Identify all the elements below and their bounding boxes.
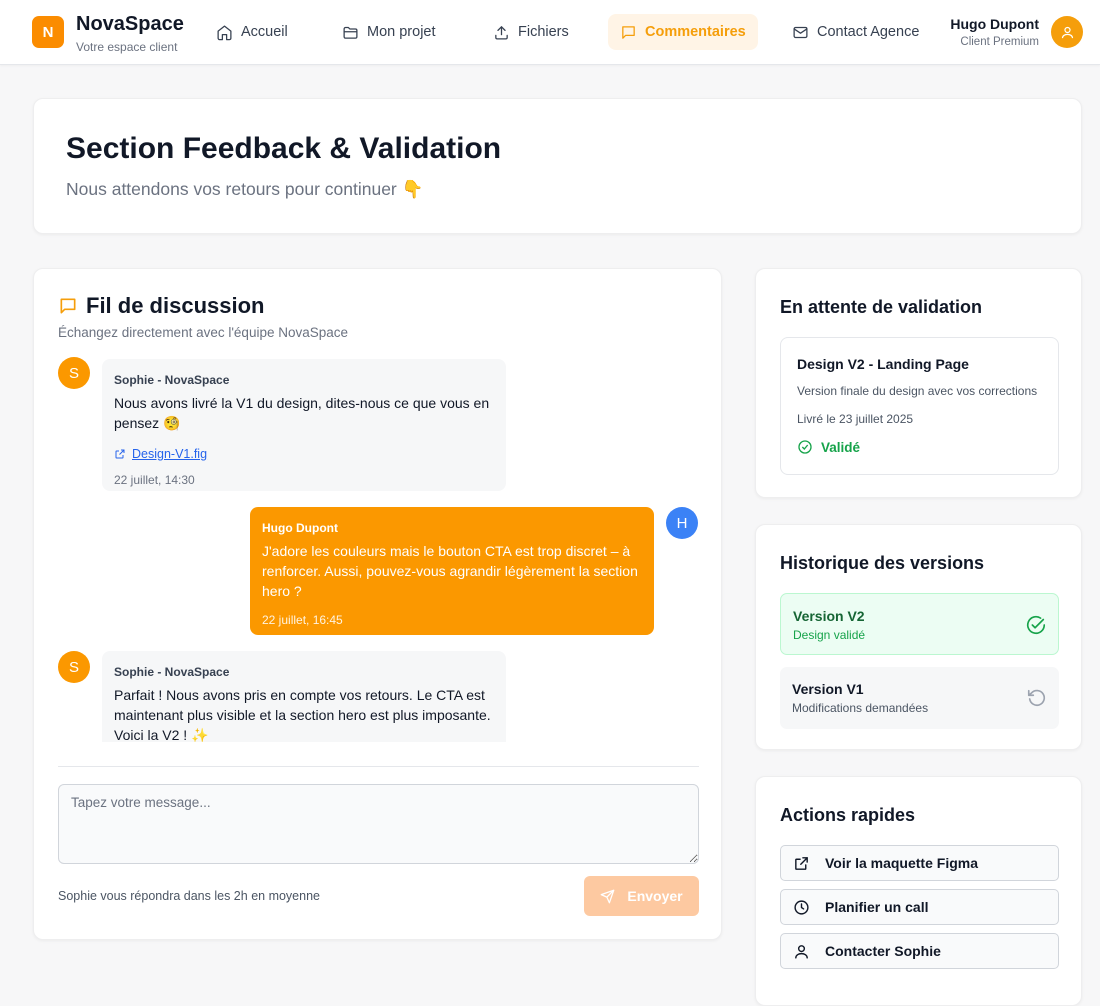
message-bubble: Hugo Dupont J'adore les couleurs mais le…: [250, 507, 654, 635]
comment-icon: [58, 296, 78, 316]
version-subtitle: Modifications demandées: [792, 701, 929, 715]
action-label: Contacter Sophie: [825, 943, 941, 959]
schedule-call-button[interactable]: Planifier un call: [780, 889, 1059, 925]
nav-item-mon-projet[interactable]: Mon projet: [330, 14, 448, 50]
status-label: Validé: [821, 439, 861, 455]
comment-icon: [622, 25, 635, 39]
nav-item-accueil[interactable]: Accueil: [204, 14, 300, 50]
mail-icon: [793, 26, 808, 38]
message-author: Hugo Dupont: [262, 521, 338, 535]
send-icon: [601, 889, 615, 903]
attachment-link[interactable]: Design-V1.fig: [114, 447, 494, 461]
send-button-label: Envoyer: [627, 888, 683, 904]
nav-item-label: Fichiers: [518, 24, 569, 40]
version-history-card: Historique des versions Version V2 Desig…: [755, 524, 1082, 750]
home-icon: [217, 24, 232, 40]
version-subtitle: Design validé: [793, 628, 866, 642]
external-link-icon: [795, 857, 808, 870]
message-time: 22 juillet, 14:30: [114, 473, 195, 487]
brand-subtitle: Votre espace client: [76, 40, 178, 54]
nav-item-contact-agence[interactable]: Contact Agence: [780, 14, 931, 50]
page-title: Section Feedback & Validation: [66, 132, 502, 165]
section-title: En attente de validation: [780, 297, 983, 317]
top-navbar: N NovaSpace Votre espace client Accueil …: [0, 0, 1100, 65]
version-title: Version V2: [793, 608, 865, 624]
action-label: Voir la maquette Figma: [825, 855, 978, 871]
send-button[interactable]: Envoyer: [584, 876, 699, 916]
message-text: J'adore les couleurs mais le bouton CTA …: [262, 543, 638, 599]
upload-icon: [495, 25, 508, 40]
nav-item-commentaires[interactable]: Commentaires: [608, 14, 758, 50]
discussion-card: Fil de discussion Échangez directement a…: [33, 268, 722, 940]
version-item-v1[interactable]: Version V1 Modifications demandées: [780, 667, 1059, 729]
avatar: H: [666, 507, 698, 539]
avatar: S: [58, 357, 90, 389]
user-name: Hugo Dupont: [950, 16, 1039, 32]
message-author: Sophie - NovaSpace: [114, 665, 230, 679]
reply-time-note: Sophie vous répondra dans les 2h en moye…: [58, 889, 320, 903]
section-title: Historique des versions: [780, 553, 985, 573]
message-text: Parfait ! Nous avons pris en compte vos …: [114, 687, 491, 742]
pending-item-date: Livré le 23 juillet 2025: [797, 412, 914, 426]
rotate-ccw-icon: [1026, 687, 1048, 709]
user-icon: [795, 945, 808, 959]
message-bubble: Sophie - NovaSpace Parfait ! Nous avons …: [102, 651, 506, 742]
external-link-icon: [115, 449, 125, 459]
message-time: 22 juillet, 16:45: [262, 613, 343, 627]
message-bubble: Sophie - NovaSpace Nous avons livré la V…: [102, 359, 506, 491]
page-subtitle: Nous attendons vos retours pour continue…: [66, 179, 424, 199]
message-author: Sophie - NovaSpace: [114, 373, 230, 387]
version-title: Version V1: [792, 681, 864, 697]
discussion-subtitle: Échangez directement avec l'équipe NovaS…: [58, 325, 349, 340]
pending-validation-card: En attente de validation Design V2 - Lan…: [755, 268, 1082, 498]
user-avatar[interactable]: [1051, 16, 1083, 48]
pending-item[interactable]: Design V2 - Landing Page Version finale …: [780, 337, 1059, 475]
user-role: Client Premium: [960, 36, 1039, 48]
user-icon: [1061, 26, 1073, 38]
hero-card: Section Feedback & Validation Nous atten…: [33, 98, 1082, 234]
status-badge: Validé: [797, 439, 860, 455]
contact-sophie-button[interactable]: Contacter Sophie: [780, 933, 1059, 969]
action-label: Planifier un call: [825, 899, 929, 915]
discussion-title: Fil de discussion: [86, 293, 265, 318]
message-thread[interactable]: S Sophie - NovaSpace Nous avons livré la…: [58, 357, 699, 742]
nav-item-label: Mon projet: [367, 24, 436, 40]
clock-icon: [794, 900, 809, 915]
pending-item-title: Design V2 - Landing Page: [797, 356, 969, 372]
attachment-name: Design-V1.fig: [132, 447, 208, 461]
message-input[interactable]: [58, 784, 699, 864]
nav-item-label: Contact Agence: [817, 24, 920, 40]
pending-item-description: Version finale du design avec vos correc…: [797, 384, 1038, 398]
nav-item-label: Accueil: [241, 24, 288, 40]
brand-name: NovaSpace: [76, 13, 184, 35]
quick-actions-card: Actions rapides Voir la maquette Figma P…: [755, 776, 1082, 1006]
check-circle-icon: [1025, 614, 1047, 636]
message-text: Nous avons livré la V1 du design, dites-…: [114, 395, 490, 431]
folder-icon: [343, 26, 358, 39]
divider: [58, 766, 699, 767]
open-figma-button[interactable]: Voir la maquette Figma: [780, 845, 1059, 881]
version-item-v2[interactable]: Version V2 Design validé: [780, 593, 1059, 655]
brand-logo[interactable]: N: [32, 16, 64, 48]
nav-item-label: Commentaires: [645, 24, 746, 40]
section-title: Actions rapides: [780, 805, 916, 825]
nav-item-fichiers[interactable]: Fichiers: [481, 14, 581, 50]
avatar: S: [58, 651, 90, 683]
check-circle-icon: [798, 440, 812, 454]
